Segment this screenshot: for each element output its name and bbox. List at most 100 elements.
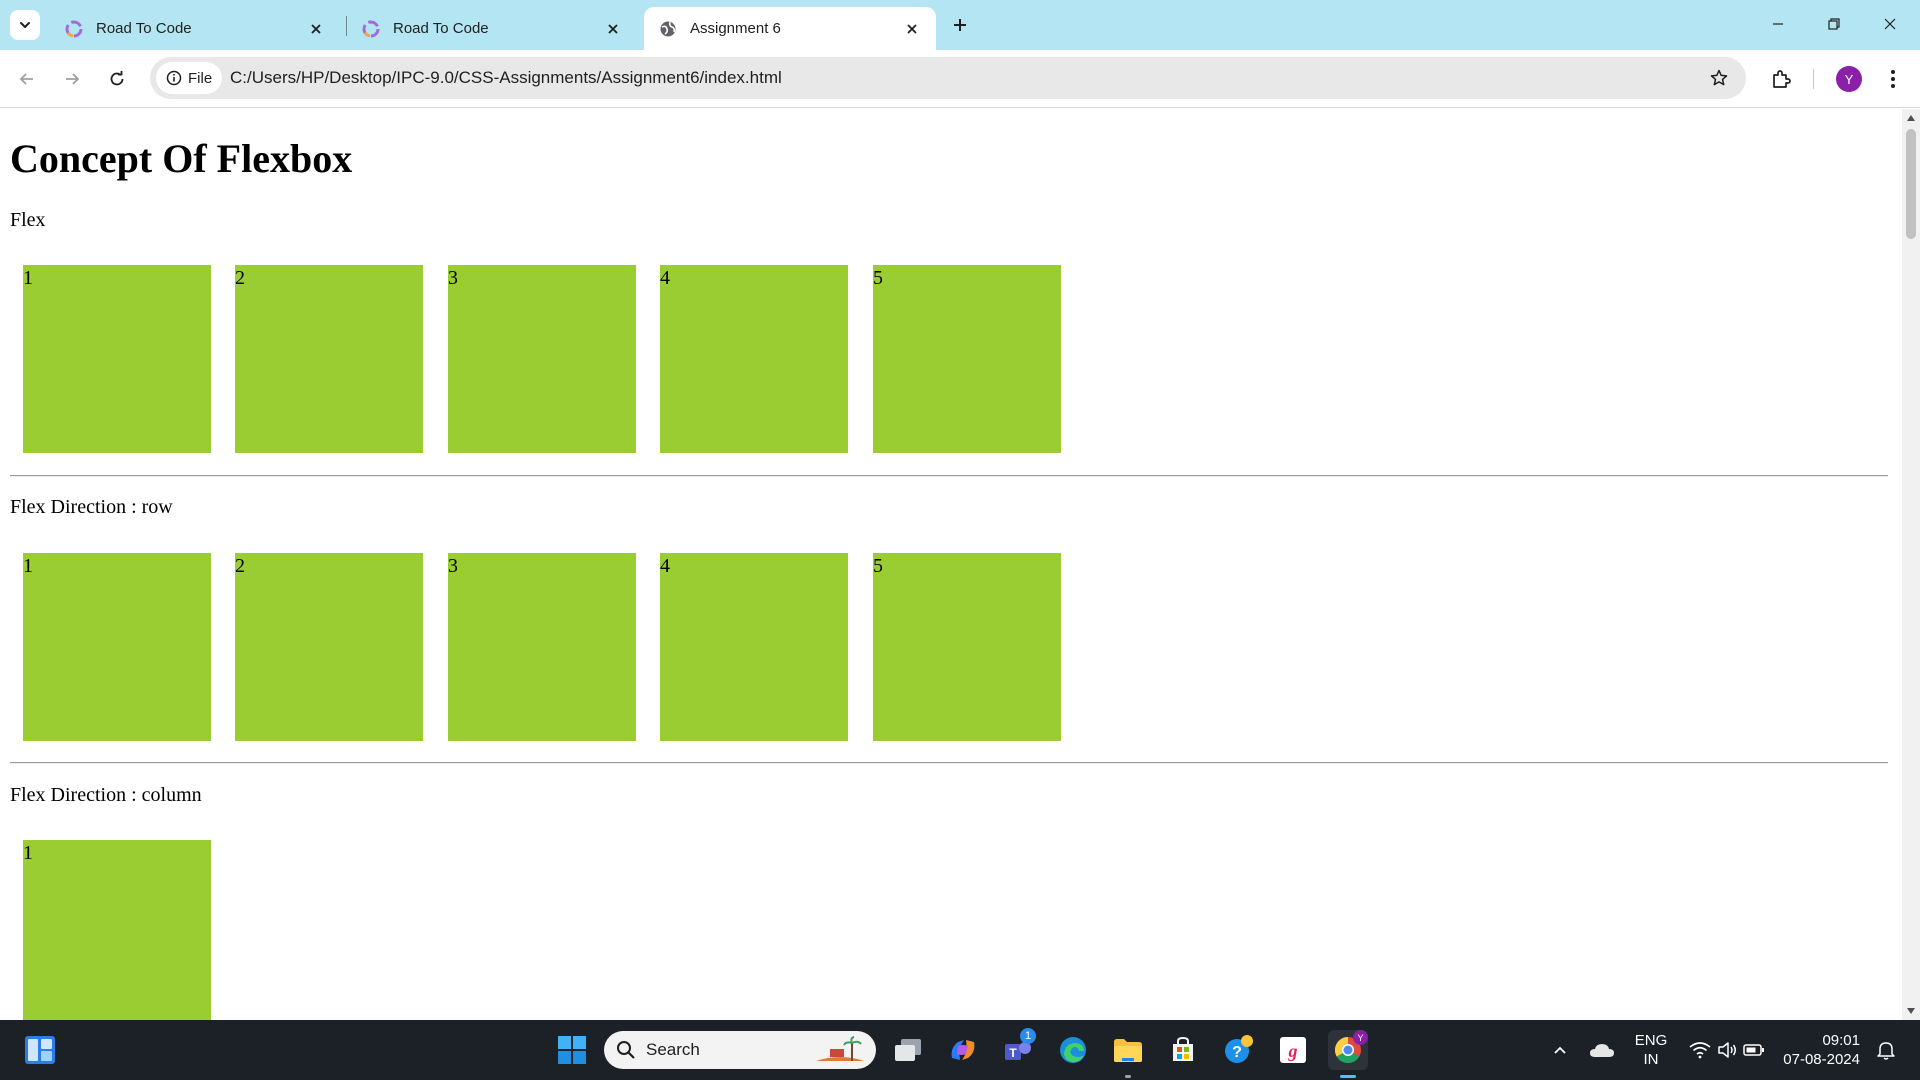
caret-up-icon — [1907, 115, 1915, 121]
section-label-flex-direction-row: Flex Direction : row — [10, 496, 173, 518]
onedrive-button[interactable] — [1585, 1030, 1619, 1070]
copilot-button[interactable] — [943, 1030, 983, 1070]
browser-menu-button[interactable] — [1880, 64, 1906, 94]
store-icon — [1173, 1036, 1193, 1061]
help-icon: ? — [1225, 1035, 1253, 1063]
edge-browser-icon — [1060, 1037, 1086, 1063]
flex-item: 5 — [873, 553, 1061, 741]
road-to-code-logo-icon — [65, 20, 83, 37]
horizontal-rule — [10, 475, 1888, 477]
show-hidden-icons-button[interactable] — [1545, 1030, 1575, 1070]
scrollbar-thumb[interactable] — [1906, 129, 1916, 239]
tab-assignment-6[interactable]: Assignment 6 — [644, 7, 936, 50]
section-label-flex: Flex — [10, 209, 46, 231]
flex-item: 1 — [23, 840, 211, 1020]
notifications-button[interactable] — [1868, 1030, 1904, 1070]
clock[interactable]: 09:01 07-08-2024 — [1780, 1031, 1860, 1069]
profile-avatar[interactable]: Y — [1836, 66, 1862, 92]
scroll-up-arrow[interactable] — [1902, 109, 1920, 127]
site-info-chip[interactable]: File — [156, 62, 223, 94]
svg-text:T: T — [1009, 1046, 1017, 1060]
caret-down-icon — [1907, 1008, 1915, 1014]
grammarly-button[interactable]: g — [1273, 1030, 1313, 1070]
task-view-button[interactable] — [888, 1030, 928, 1070]
minimize-button[interactable] — [1750, 0, 1806, 48]
start-button[interactable] — [552, 1030, 592, 1070]
browser-toolbar: File C:/Users/HP/Desktop/IPC-9.0/CSS-Ass… — [0, 50, 1920, 108]
flex-item: 3 — [448, 265, 636, 453]
close-window-button[interactable] — [1862, 0, 1918, 48]
url-text[interactable]: C:/Users/HP/Desktop/IPC-9.0/CSS-Assignme… — [230, 57, 782, 99]
page-viewport: Concept Of Flexbox Flex 1 2 3 4 5 Flex D… — [0, 109, 1902, 1020]
puzzle-icon — [1773, 70, 1791, 88]
flex-item: 1 — [23, 265, 211, 453]
page-heading: Concept Of Flexbox — [10, 136, 353, 181]
battery-icon — [1743, 1044, 1764, 1056]
chevron-down-icon — [20, 22, 30, 28]
microsoft-store-button[interactable] — [1163, 1030, 1203, 1070]
widgets-button[interactable] — [20, 1030, 60, 1070]
chevron-up-icon — [1554, 1046, 1566, 1054]
search-placeholder: Search — [646, 1040, 700, 1059]
close-icon[interactable] — [603, 19, 623, 39]
close-icon[interactable] — [902, 19, 922, 39]
search-icon — [617, 1041, 635, 1059]
teams-notification-badge: 1 — [1020, 1028, 1036, 1044]
arrow-left-icon — [19, 73, 33, 85]
input-language-indicator[interactable]: ENG IN — [1628, 1031, 1674, 1069]
tab-road-to-code-2[interactable]: Road To Code — [347, 7, 637, 50]
flex-item: 2 — [235, 553, 423, 741]
scroll-down-arrow[interactable] — [1902, 1002, 1920, 1020]
scheme-label: File — [188, 69, 213, 87]
address-bar[interactable]: File C:/Users/HP/Desktop/IPC-9.0/CSS-Ass… — [150, 57, 1746, 99]
flex-item: 1 — [23, 553, 211, 741]
road-to-code-logo-icon — [362, 20, 380, 37]
flex-item: 3 — [448, 553, 636, 741]
volume-icon — [1718, 1042, 1736, 1058]
more-vertical-icon — [1891, 70, 1895, 88]
teams-button[interactable]: T 1 — [998, 1028, 1038, 1070]
language-code: ENG — [1634, 1032, 1668, 1049]
restore-button[interactable] — [1806, 0, 1862, 48]
get-help-button[interactable]: ? — [1218, 1030, 1258, 1070]
info-icon — [166, 70, 182, 86]
folder-icon — [1114, 1039, 1142, 1062]
globe-icon — [660, 21, 676, 36]
tab-search-button[interactable] — [10, 10, 40, 40]
svg-text:?: ? — [1232, 1044, 1242, 1061]
minimize-icon — [1773, 23, 1783, 25]
tab-strip: Road To Code Road To Code Assignment 6 — [0, 0, 1920, 50]
clock-time: 09:01 — [1822, 1032, 1860, 1049]
reload-button[interactable] — [100, 62, 134, 96]
extensions-button[interactable] — [1766, 64, 1796, 94]
widgets-icon — [25, 1036, 55, 1064]
forward-button[interactable] — [55, 62, 89, 96]
restore-icon — [1828, 18, 1840, 30]
close-icon[interactable] — [306, 19, 326, 39]
horizontal-rule — [10, 762, 1888, 764]
chrome-button[interactable]: Y — [1328, 1030, 1368, 1078]
bookmark-button[interactable] — [1706, 65, 1732, 91]
tab-road-to-code-1[interactable]: Road To Code — [50, 7, 340, 50]
file-explorer-button[interactable] — [1108, 1030, 1148, 1078]
vertical-scrollbar[interactable] — [1902, 109, 1920, 1020]
wifi-icon — [1689, 1042, 1711, 1059]
star-icon — [1710, 69, 1728, 86]
running-indicator — [1125, 1075, 1131, 1078]
edge-button[interactable] — [1053, 1030, 1093, 1070]
copilot-icon — [951, 1040, 975, 1060]
flex-item: 4 — [660, 553, 848, 741]
plus-icon — [954, 19, 966, 31]
new-tab-button[interactable] — [946, 11, 974, 39]
taskbar-search[interactable]: Search — [604, 1031, 876, 1069]
bell-icon — [1877, 1042, 1895, 1060]
flex-item: 4 — [660, 265, 848, 453]
search-highlight-illustration-icon — [816, 1036, 864, 1061]
back-button[interactable] — [10, 62, 44, 96]
task-view-icon — [895, 1039, 921, 1061]
quick-settings-button[interactable] — [1682, 1030, 1772, 1070]
flex-item: 5 — [873, 265, 1061, 453]
tab-title: Road To Code — [393, 20, 489, 37]
toolbar-divider — [1813, 69, 1814, 89]
cloud-icon — [1590, 1044, 1614, 1057]
